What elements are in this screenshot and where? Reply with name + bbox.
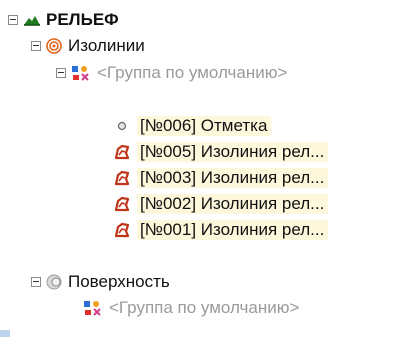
tree-node-label: <Группа по умолчанию> (109, 298, 300, 317)
scroll-edge-marker (0, 330, 10, 337)
tree-item-label: [№003] Изолиния рел... (137, 168, 329, 188)
tree-item-isoline-003[interactable]: [№003] Изолиния рел... (113, 165, 329, 191)
tree-node-surface[interactable]: Поверхность (31, 269, 170, 295)
tree-item-label: [№005] Изолиния рел... (137, 142, 329, 162)
tree-node-label: Поверхность (68, 272, 170, 291)
tree-item-isoline-002[interactable]: [№002] Изолиния рел... (113, 191, 329, 217)
isoline-item-icon (113, 221, 131, 239)
tree-item-label: [№002] Изолиния рел... (137, 194, 329, 214)
tree-node-relief[interactable]: РЕЛЬЕФ (8, 7, 119, 33)
tree-item-point-006[interactable]: [№006] Отметка (113, 113, 272, 139)
collapse-toggle-relief[interactable] (8, 15, 18, 25)
surface-icon (45, 273, 63, 291)
layer-tree: РЕЛЬЕФ Изолинии <Группа по умолчанию> [№… (0, 0, 393, 337)
tree-item-isoline-005[interactable]: [№005] Изолиния рел... (113, 139, 329, 165)
tree-item-label: [№006] Отметка (137, 116, 272, 136)
isoline-item-icon (113, 195, 131, 213)
tree-item-isoline-001[interactable]: [№001] Изолиния рел... (113, 217, 329, 243)
tree-node-label: РЕЛЬЕФ (46, 10, 119, 29)
isoline-item-icon (113, 143, 131, 161)
collapse-toggle-isolines[interactable] (31, 41, 41, 51)
default-group-icon (71, 64, 89, 82)
isoline-item-icon (113, 169, 131, 187)
tree-node-label: <Группа по умолчанию> (97, 63, 288, 82)
tree-node-label: Изолинии (68, 36, 145, 55)
isolines-icon (45, 37, 63, 55)
tree-node-isolines[interactable]: Изолинии (31, 33, 145, 59)
tree-item-label: [№001] Изолиния рел... (137, 220, 329, 240)
tree-node-isolines-group[interactable]: <Группа по умолчанию> (56, 60, 287, 86)
collapse-toggle-surface[interactable] (31, 277, 41, 287)
point-mark-icon (113, 117, 131, 135)
tree-node-surface-group[interactable]: <Группа по умолчанию> (83, 295, 299, 321)
collapse-toggle-isolines-group[interactable] (56, 68, 66, 78)
default-group-icon (83, 299, 101, 317)
mountain-icon (23, 11, 41, 29)
